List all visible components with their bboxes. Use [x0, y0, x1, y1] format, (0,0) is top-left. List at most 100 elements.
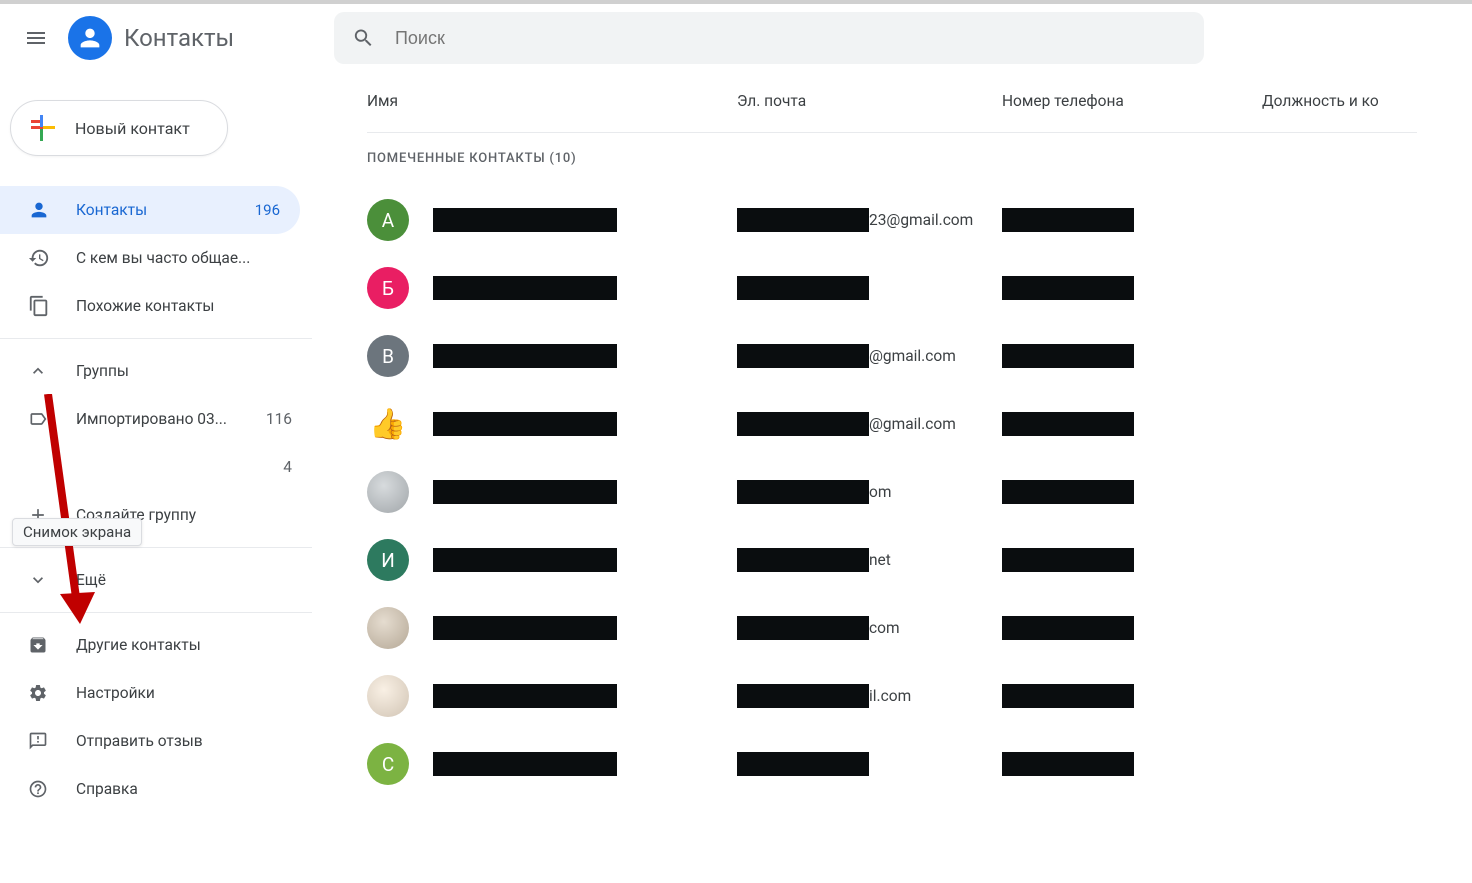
- avatar: [367, 675, 409, 717]
- redacted-phone: [1002, 276, 1134, 300]
- sidebar-item-contacts[interactable]: Контакты 196: [0, 186, 300, 234]
- redacted-phone: [1002, 412, 1134, 436]
- redacted-name: [433, 616, 617, 640]
- search-bar[interactable]: [334, 12, 1204, 64]
- group-count: 116: [266, 410, 292, 428]
- other-contacts-label: Другие контакты: [76, 636, 292, 654]
- settings-label: Настройки: [76, 684, 292, 702]
- main-content: Имя Эл. почта Номер телефона Должность и…: [312, 72, 1472, 883]
- redacted-name: [433, 480, 617, 504]
- avatar: [367, 607, 409, 649]
- email-tail: net: [869, 551, 891, 569]
- menu-button[interactable]: [12, 14, 60, 62]
- copy-icon: [28, 295, 54, 317]
- divider: [0, 338, 312, 339]
- section-title: ПОМЕЧЕННЫЕ КОНТАКТЫ (10): [367, 151, 1472, 166]
- table-row[interactable]: 👍 @gmail.com: [367, 390, 1472, 458]
- search-icon: [352, 26, 375, 50]
- sidebar-feedback[interactable]: Отправить отзыв: [0, 717, 312, 765]
- avatar: 👍: [367, 403, 409, 445]
- sidebar-item-merge[interactable]: Похожие контакты: [0, 282, 300, 330]
- email-tail: 23@gmail.com: [869, 211, 973, 229]
- group-count: 4: [283, 458, 292, 476]
- redacted-name: [433, 752, 617, 776]
- nav-count: 196: [255, 201, 280, 219]
- divider: [0, 612, 312, 613]
- avatar: Б: [367, 267, 409, 309]
- redacted-email: [737, 276, 869, 300]
- redacted-name: [433, 684, 617, 708]
- redacted-name: [433, 344, 617, 368]
- avatar: А: [367, 199, 409, 241]
- table-row[interactable]: om: [367, 458, 1472, 526]
- feedback-label: Отправить отзыв: [76, 732, 292, 750]
- col-email: Эл. почта: [737, 92, 1002, 110]
- divider: [367, 132, 1417, 133]
- col-name: Имя: [367, 92, 737, 110]
- redacted-phone: [1002, 344, 1134, 368]
- search-input[interactable]: [395, 28, 1186, 49]
- redacted-phone: [1002, 208, 1134, 232]
- plus-icon: [31, 115, 57, 141]
- email-tail: il.com: [869, 687, 911, 705]
- col-phone: Номер телефона: [1002, 92, 1262, 110]
- sidebar-item-frequent[interactable]: С кем вы часто общае...: [0, 234, 300, 282]
- redacted-email: [737, 480, 869, 504]
- new-contact-button[interactable]: Новый контакт: [10, 100, 228, 156]
- tooltip: Снимок экрана: [12, 518, 142, 546]
- redacted-phone: [1002, 752, 1134, 776]
- archive-icon: [28, 635, 54, 655]
- chevron-up-icon: [28, 361, 54, 381]
- app-title: Контакты: [124, 24, 234, 52]
- help-label: Справка: [76, 780, 292, 798]
- gear-icon: [28, 683, 54, 703]
- nav-label: Контакты: [76, 201, 255, 219]
- redacted-phone: [1002, 616, 1134, 640]
- redacted-name: [433, 412, 617, 436]
- email-tail: @gmail.com: [869, 347, 956, 365]
- sidebar: Новый контакт Контакты 196 С кем вы част…: [0, 72, 312, 883]
- table-row[interactable]: В @gmail.com: [367, 322, 1472, 390]
- table-row[interactable]: com: [367, 594, 1472, 662]
- table-row[interactable]: Иnet: [367, 526, 1472, 594]
- email-tail: om: [869, 483, 891, 501]
- avatar: С: [367, 743, 409, 785]
- redacted-email: [737, 548, 869, 572]
- redacted-name: [433, 548, 617, 572]
- groups-label: Группы: [76, 362, 292, 380]
- table-header: Имя Эл. почта Номер телефона Должность и…: [367, 92, 1472, 132]
- table-row[interactable]: А 23@gmail.com: [367, 186, 1472, 254]
- history-icon: [28, 247, 54, 269]
- hamburger-icon: [24, 26, 48, 50]
- nav-label: С кем вы часто общае...: [76, 249, 280, 267]
- feedback-icon: [28, 731, 54, 751]
- help-icon: [28, 779, 54, 799]
- nav-label: Похожие контакты: [76, 297, 280, 315]
- col-job: Должность и ко: [1262, 92, 1379, 110]
- app-logo[interactable]: Контакты: [68, 16, 234, 60]
- new-contact-label: Новый контакт: [75, 119, 190, 138]
- email-tail: com: [869, 619, 900, 637]
- email-tail: @gmail.com: [869, 415, 956, 433]
- redacted-name: [433, 276, 617, 300]
- table-row[interactable]: Б: [367, 254, 1472, 322]
- redacted-phone: [1002, 480, 1134, 504]
- sidebar-group-item[interactable]: Импортировано 03... 116: [0, 395, 312, 443]
- table-row[interactable]: С: [367, 730, 1472, 798]
- sidebar-settings[interactable]: Настройки: [0, 669, 312, 717]
- sidebar-group-item[interactable]: 4: [0, 443, 312, 491]
- avatar: [367, 471, 409, 513]
- label-icon: [28, 409, 54, 429]
- redacted-email: [737, 208, 869, 232]
- avatar: В: [367, 335, 409, 377]
- sidebar-more[interactable]: Ещё: [0, 556, 312, 604]
- chevron-down-icon: [28, 570, 54, 590]
- redacted-phone: [1002, 548, 1134, 572]
- sidebar-other-contacts[interactable]: Другие контакты: [0, 621, 312, 669]
- group-label: Импортировано 03...: [76, 410, 266, 428]
- divider: [0, 547, 312, 548]
- sidebar-help[interactable]: Справка: [0, 765, 312, 813]
- redacted-email: [737, 344, 869, 368]
- table-row[interactable]: il.com: [367, 662, 1472, 730]
- sidebar-groups-header[interactable]: Группы: [0, 347, 312, 395]
